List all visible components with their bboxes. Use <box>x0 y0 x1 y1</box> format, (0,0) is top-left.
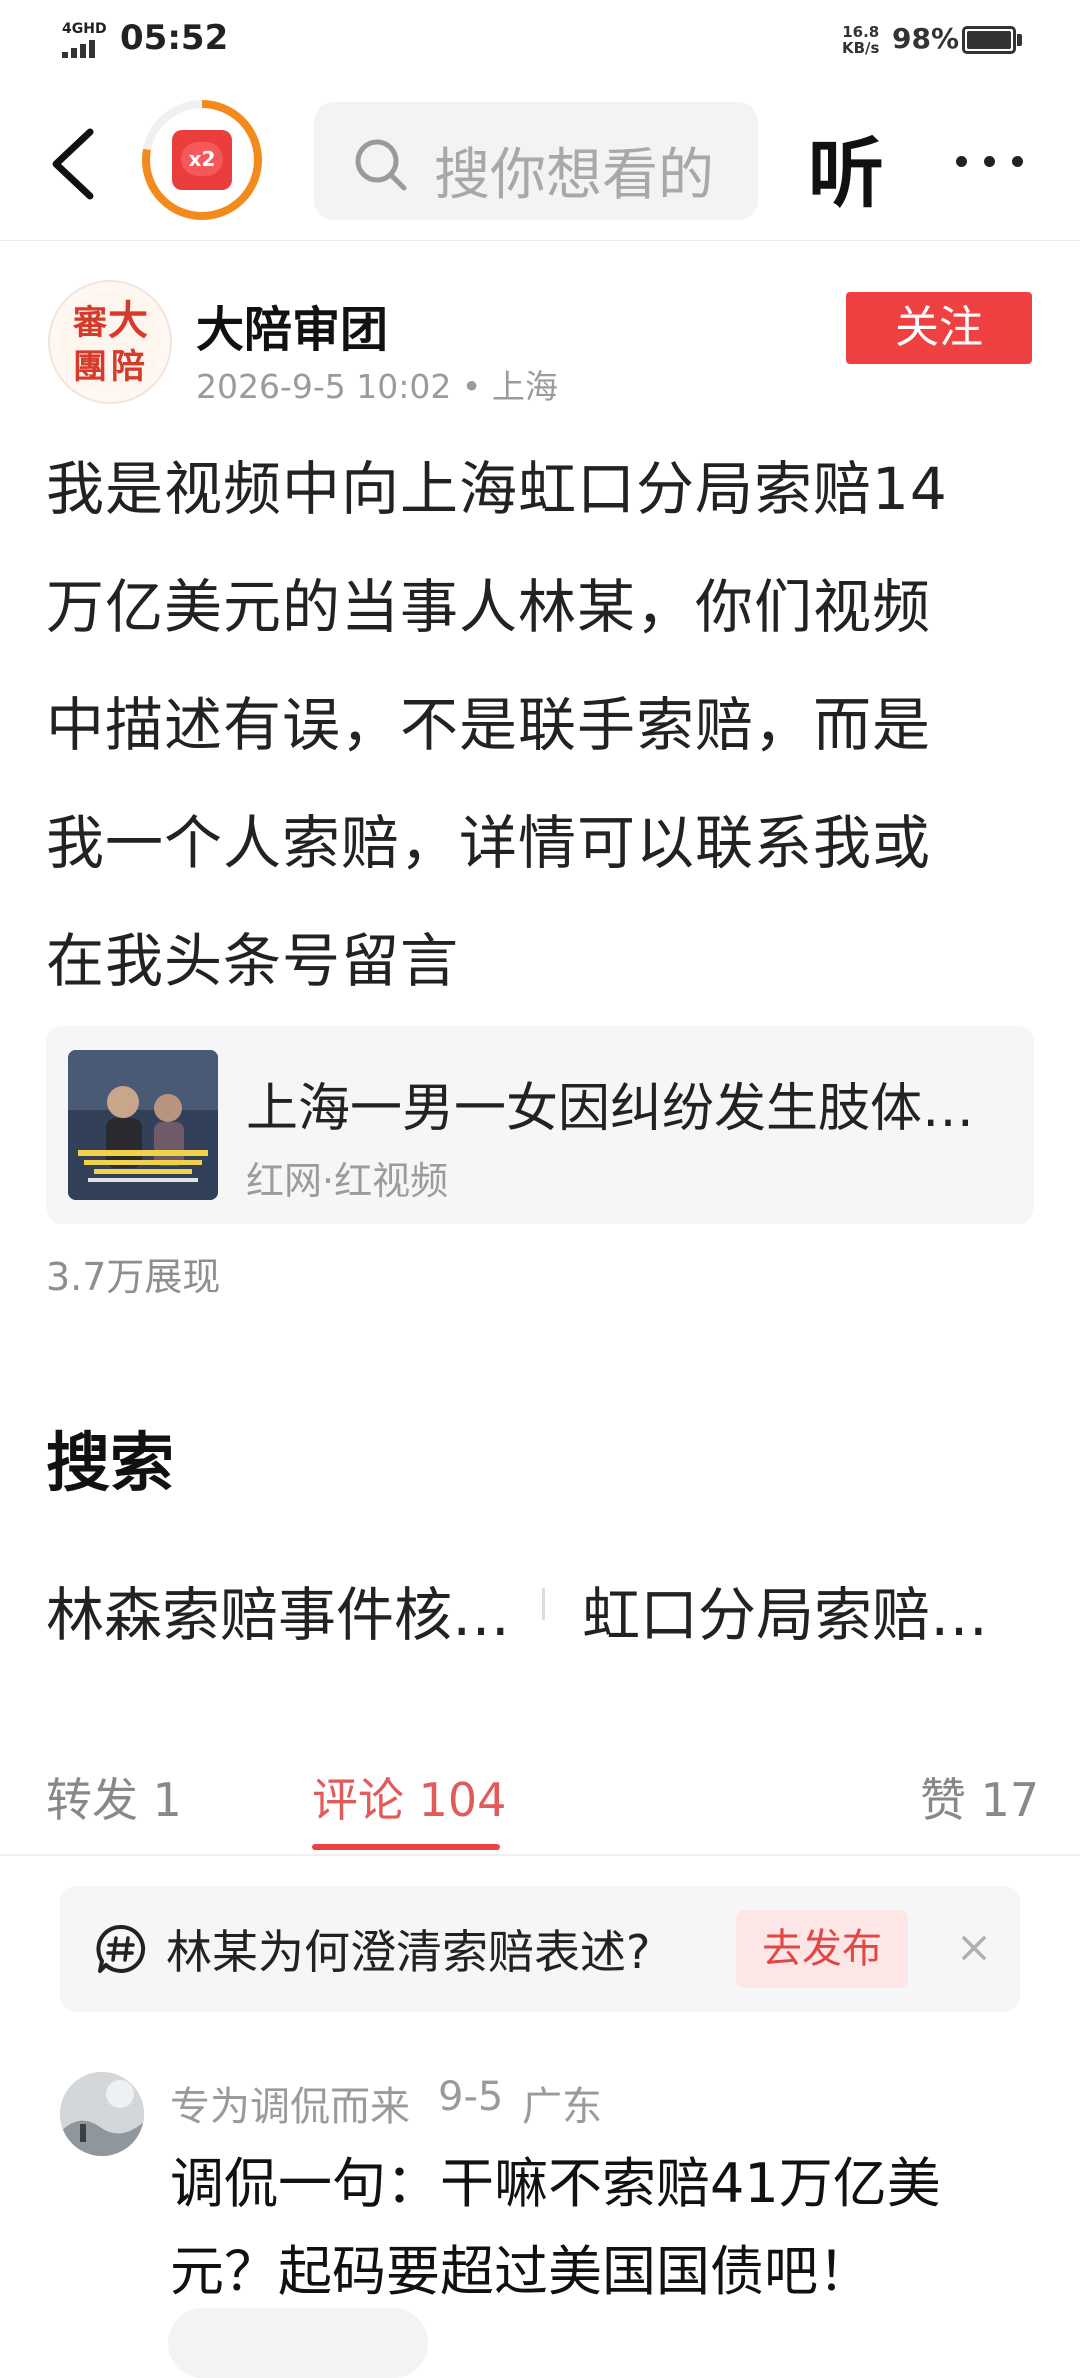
related-search-item[interactable]: 虹口分局索赔… <box>582 1568 988 1652</box>
post-body-line: 我一个人索赔，详情可以联系我或 <box>46 809 932 877</box>
tab-likes[interactable]: 赞 17 <box>920 1764 1039 1830</box>
comment-text: 调侃一句：干嘛不索赔41万亿美 元？起码要超过美国国债吧！ <box>170 2140 970 2316</box>
post-body-line: 我是视频中向上海虹口分局索赔14 <box>46 455 948 523</box>
meta-separator: • <box>461 367 492 406</box>
hashtag-icon <box>96 1924 146 1973</box>
search-icon <box>355 139 407 191</box>
linked-video-card[interactable]: 上海一男一女因纠纷发生肢体冲突 红网·红视频 <box>46 1026 1034 1224</box>
tab-repost[interactable]: 转发 1 <box>46 1764 182 1830</box>
author-avatar[interactable]: 大 審 陪 團 <box>48 280 172 404</box>
post-location: 上海 <box>491 367 558 406</box>
comment-date: 9-5 <box>438 2074 504 2120</box>
post-body-line: 在我头条号留言 <box>46 927 460 995</box>
publish-button[interactable]: 去发布 <box>736 1910 908 1988</box>
red-packet-icon: x2 <box>172 130 232 190</box>
dot-icon <box>984 156 995 167</box>
divider <box>542 1588 545 1620</box>
related-search-item[interactable]: 林森索赔事件核… <box>46 1568 510 1652</box>
seal-logo: 大 審 陪 團 <box>60 292 160 392</box>
search-section-heading: 搜索 <box>46 1427 174 1501</box>
network-speed: 16.8 KB/s <box>842 24 879 56</box>
more-options-button[interactable] <box>950 140 1030 180</box>
battery-percent: 98% <box>892 22 960 55</box>
svg-text:陪: 陪 <box>111 347 145 387</box>
reward-badge[interactable]: x2 <box>142 100 262 220</box>
active-tab-indicator <box>312 1844 500 1850</box>
svg-text:審: 審 <box>72 303 108 343</box>
tab-comments[interactable]: 评论 104 <box>312 1764 506 1830</box>
view-count: 3.7万展现 <box>46 1255 221 1299</box>
author-name[interactable]: 大陪审团 <box>196 290 388 360</box>
divider <box>0 1854 1080 1856</box>
search-placeholder: 搜你想看的 <box>434 143 714 208</box>
signal-icon <box>62 40 95 58</box>
video-thumbnail <box>68 1050 218 1200</box>
badge-multiplier: x2 <box>181 142 223 176</box>
post-body-line: 万亿美元的当事人林某，你们视频 <box>46 573 932 641</box>
speed-value: 16.8 <box>842 23 880 41</box>
search-box[interactable]: 搜你想看的 <box>314 102 758 220</box>
post-date: 2026-9-5 10:02 <box>196 367 452 406</box>
post-body-line: 中描述有误，不是联手索赔，而是 <box>46 691 932 759</box>
commenter-name[interactable]: 专为调侃而来 <box>170 2074 410 2132</box>
svg-text:大: 大 <box>108 297 148 344</box>
comment-text-line: 调侃一句：干嘛不索赔41万亿美 <box>170 2152 941 2215</box>
replies-button[interactable] <box>168 2308 428 2378</box>
dot-icon <box>1012 156 1023 167</box>
close-icon[interactable] <box>954 1928 994 1968</box>
clock: 05:52 <box>120 18 229 58</box>
topic-question: 林某为何澄清索赔表述? <box>166 1925 651 1979</box>
network-type: 4GHD <box>62 21 107 37</box>
post-meta: 2026-9-5 10:02 • 上海 <box>196 360 558 408</box>
video-source: 红网·红视频 <box>246 1159 449 1203</box>
svg-text:團: 團 <box>73 347 107 387</box>
comment-location: 广东 <box>522 2084 602 2130</box>
commenter-avatar[interactable] <box>60 2072 144 2156</box>
video-title: 上海一男一女因纠纷发生肢体冲突 <box>246 1079 1006 1139</box>
post-body: 我是视频中向上海虹口分局索赔14 万亿美元的当事人林某，你们视频 中描述有误，不… <box>46 430 1036 1020</box>
battery-tip <box>1017 34 1022 46</box>
dot-icon <box>956 156 967 167</box>
listen-button[interactable]: 听 <box>808 112 884 222</box>
follow-button[interactable]: 关注 <box>846 292 1032 364</box>
comment-text-line: 元？起码要超过美国国债吧！ <box>170 2240 872 2303</box>
topic-banner: 林某为何澄清索赔表述? 去发布 <box>60 1886 1020 2012</box>
battery-icon <box>962 26 1016 54</box>
back-button[interactable] <box>40 124 110 204</box>
status-bar: 4GHD 05:52 16.8 KB/s 98% <box>0 0 1080 84</box>
speed-unit: KB/s <box>842 39 880 57</box>
